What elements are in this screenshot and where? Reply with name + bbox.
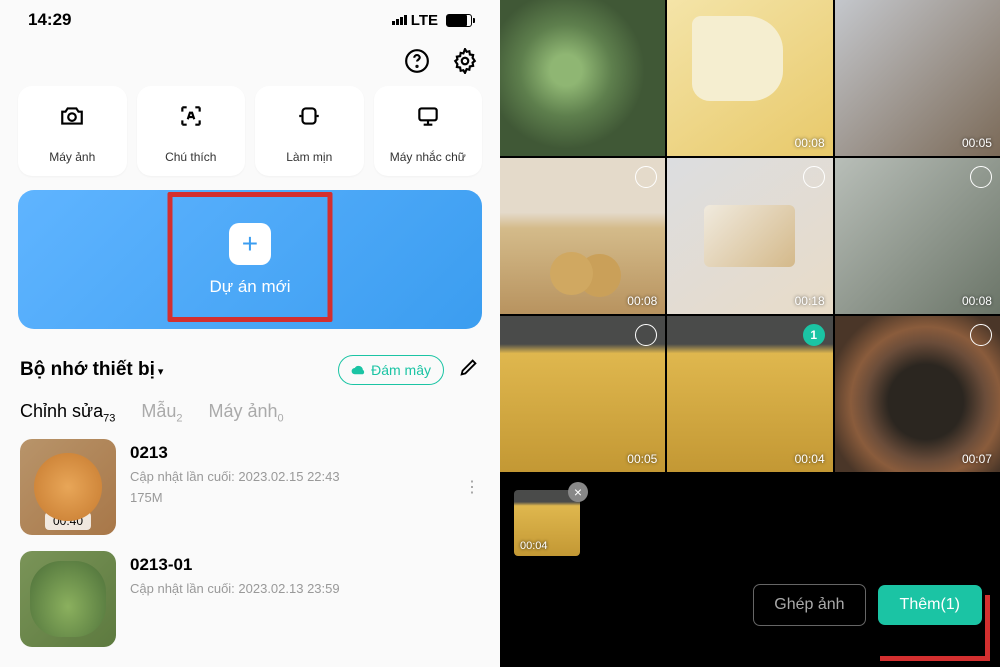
clip-duration: 00:18 bbox=[795, 294, 825, 308]
tab-edit[interactable]: Chỉnh sửa73 bbox=[20, 401, 115, 425]
tool-label: Chú thích bbox=[165, 150, 216, 164]
clip-duration: 00:08 bbox=[962, 294, 992, 308]
tab-count: 0 bbox=[278, 413, 284, 425]
select-circle[interactable] bbox=[803, 166, 825, 188]
clip-duration: 00:08 bbox=[795, 136, 825, 150]
clip-duration: 00:05 bbox=[962, 136, 992, 150]
home-pane: 14:29 LTE Máy ảnh Chú thích Làm mịn bbox=[0, 0, 500, 667]
clip-duration: 00:05 bbox=[627, 452, 657, 466]
project-updated: Cập nhật lần cuối: 2023.02.15 22:43 bbox=[130, 469, 480, 484]
annotate-icon bbox=[178, 102, 204, 130]
selected-row: 00:04 × bbox=[500, 472, 1000, 556]
section-header: Bộ nhớ thiết bị▾ Đám mây bbox=[0, 333, 500, 387]
clip-duration: 00:07 bbox=[962, 452, 992, 466]
chevron-down-icon: ▾ bbox=[158, 366, 164, 378]
tool-teleprompter[interactable]: Máy nhắc chữ bbox=[374, 86, 483, 176]
more-icon[interactable]: ⋮ bbox=[464, 477, 480, 497]
tool-label: Máy nhắc chữ bbox=[390, 150, 466, 164]
status-indicators: LTE bbox=[392, 12, 472, 29]
status-bar: 14:29 LTE bbox=[0, 0, 500, 38]
annotation-highlight bbox=[168, 192, 333, 322]
gallery-item[interactable]: 00:04 bbox=[500, 0, 665, 156]
settings-icon[interactable] bbox=[450, 46, 480, 76]
cloud-icon bbox=[351, 364, 366, 377]
project-thumbnail bbox=[20, 551, 116, 647]
teleprompter-icon bbox=[415, 102, 441, 130]
project-item[interactable]: 0213-01 Cập nhật lần cuối: 2023.02.13 23… bbox=[20, 551, 480, 647]
project-thumbnail: 00:40 bbox=[20, 439, 116, 535]
top-toolbar bbox=[0, 38, 500, 84]
tabs: Chỉnh sửa73 Mẫu2 Máy ảnh0 bbox=[0, 387, 500, 435]
tool-camera[interactable]: Máy ảnh bbox=[18, 86, 127, 176]
camera-icon bbox=[59, 102, 85, 130]
select-circle-selected[interactable]: 1 bbox=[803, 324, 825, 346]
tool-annotate[interactable]: Chú thích bbox=[137, 86, 246, 176]
project-size: 175M bbox=[130, 490, 480, 505]
section-title-dropdown[interactable]: Bộ nhớ thiết bị▾ bbox=[20, 359, 163, 381]
project-title: 0213 bbox=[130, 443, 480, 463]
edit-icon[interactable] bbox=[458, 356, 480, 384]
signal-icon bbox=[392, 15, 407, 25]
gallery-item[interactable]: 1 00:04 bbox=[667, 316, 832, 472]
project-title: 0213-01 bbox=[130, 555, 480, 575]
project-list: 00:40 0213 Cập nhật lần cuối: 2023.02.15… bbox=[0, 435, 500, 667]
tool-smooth[interactable]: Làm mịn bbox=[255, 86, 364, 176]
selected-thumbnail: 00:04 bbox=[514, 490, 580, 556]
new-project-button[interactable]: + Dự án mới bbox=[18, 190, 482, 329]
tab-label: Máy ảnh bbox=[208, 401, 277, 421]
tab-count: 2 bbox=[176, 413, 182, 425]
select-circle[interactable] bbox=[970, 166, 992, 188]
tab-camera[interactable]: Máy ảnh0 bbox=[208, 401, 283, 425]
project-duration: 00:40 bbox=[45, 512, 91, 530]
cloud-button[interactable]: Đám mây bbox=[338, 355, 444, 385]
tab-template[interactable]: Mẫu2 bbox=[141, 401, 182, 425]
tool-row: Máy ảnh Chú thích Làm mịn Máy nhắc chữ bbox=[0, 84, 500, 186]
network-label: LTE bbox=[411, 12, 438, 29]
gallery-pane: 00:04 00:08 00:05 00:08 00:18 00:08 00:0… bbox=[500, 0, 1000, 667]
gallery-item[interactable]: 00:18 bbox=[667, 158, 832, 314]
select-order: 1 bbox=[810, 328, 817, 342]
selected-duration: 00:04 bbox=[520, 540, 548, 552]
tab-label: Mẫu bbox=[141, 401, 176, 421]
project-item[interactable]: 00:40 0213 Cập nhật lần cuối: 2023.02.15… bbox=[20, 439, 480, 535]
gallery-item[interactable]: 00:08 bbox=[667, 0, 832, 156]
gallery-grid: 00:04 00:08 00:05 00:08 00:18 00:08 00:0… bbox=[500, 0, 1000, 472]
bottom-actions: Ghép ảnh Thêm(1) bbox=[500, 556, 1000, 644]
battery-icon bbox=[446, 14, 472, 27]
clip-duration: 00:04 bbox=[795, 452, 825, 466]
selected-clip[interactable]: 00:04 × bbox=[514, 490, 580, 556]
project-updated: Cập nhật lần cuối: 2023.02.13 23:59 bbox=[130, 581, 480, 596]
clip-duration: 00:08 bbox=[627, 294, 657, 308]
gallery-item[interactable]: 00:07 bbox=[835, 316, 1000, 472]
gallery-item[interactable]: 00:08 bbox=[500, 158, 665, 314]
select-circle[interactable] bbox=[635, 324, 657, 346]
gallery-item[interactable]: 00:08 bbox=[835, 158, 1000, 314]
tab-label: Chỉnh sửa bbox=[20, 401, 103, 421]
smooth-icon bbox=[296, 102, 322, 130]
select-circle[interactable] bbox=[635, 166, 657, 188]
status-time: 14:29 bbox=[28, 10, 71, 30]
gallery-item[interactable]: 00:05 bbox=[500, 316, 665, 472]
tab-count: 73 bbox=[103, 413, 115, 425]
help-icon[interactable] bbox=[402, 46, 432, 76]
clip-duration: 00:04 bbox=[627, 136, 657, 150]
add-button[interactable]: Thêm(1) bbox=[878, 585, 982, 625]
section-title: Bộ nhớ thiết bị bbox=[20, 359, 155, 380]
cloud-label: Đám mây bbox=[371, 362, 431, 378]
gallery-item[interactable]: 00:05 bbox=[835, 0, 1000, 156]
tool-label: Máy ảnh bbox=[49, 150, 95, 164]
collage-button[interactable]: Ghép ảnh bbox=[753, 584, 865, 626]
select-circle[interactable] bbox=[970, 324, 992, 346]
tool-label: Làm mịn bbox=[286, 150, 332, 164]
remove-selected-icon[interactable]: × bbox=[568, 482, 588, 502]
